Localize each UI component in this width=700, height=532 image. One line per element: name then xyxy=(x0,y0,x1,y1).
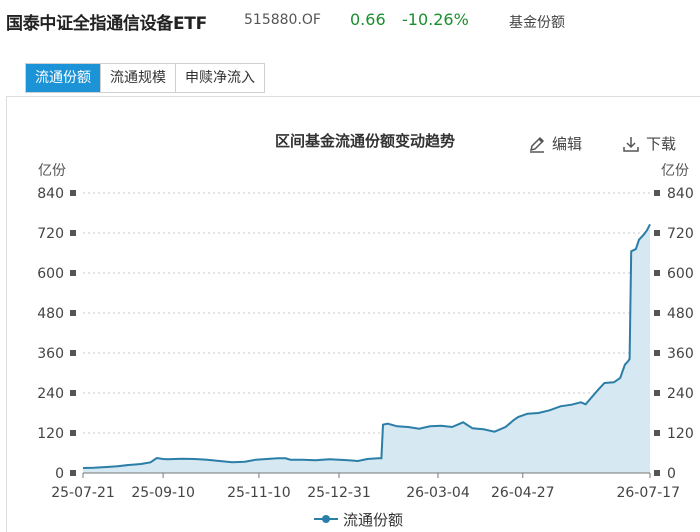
x-tick-label: 25-07-21 xyxy=(51,485,115,501)
y-tick-marker-right xyxy=(654,310,660,316)
x-tick-label: 26-04-27 xyxy=(491,485,555,501)
y-tick-label-left: 480 xyxy=(37,306,64,322)
y-tick-label-left: 240 xyxy=(37,386,64,402)
y-tick-label-left: 600 xyxy=(37,266,64,282)
legend-label: 流通份额 xyxy=(343,511,403,529)
y-tick-label-right: 240 xyxy=(667,386,694,402)
y-tick-label-left: 120 xyxy=(37,426,64,442)
y-tick-label-right: 840 xyxy=(667,186,694,202)
y-axis-unit-left: 亿份 xyxy=(38,163,66,179)
x-tick-label: 26-03-04 xyxy=(406,485,470,501)
pencil-icon xyxy=(528,135,546,153)
y-tick-label-right: 480 xyxy=(667,306,694,322)
download-icon xyxy=(622,135,640,153)
x-tick-label: 26-07-17 xyxy=(616,485,680,501)
y-tick-marker-left xyxy=(70,470,76,476)
y-tick-marker-right xyxy=(654,350,660,356)
y-tick-marker-left xyxy=(70,310,76,316)
y-tick-label-right: 0 xyxy=(667,466,676,482)
x-tick-label: 25-11-10 xyxy=(227,485,291,501)
edit-button[interactable]: 编辑 xyxy=(528,133,582,154)
x-tick-label: 25-09-10 xyxy=(131,485,195,501)
y-tick-label-left: 0 xyxy=(55,466,64,482)
y-tick-label-right: 120 xyxy=(667,426,694,442)
x-tick-label: 25-12-31 xyxy=(307,485,371,501)
y-tick-marker-left xyxy=(70,350,76,356)
y-tick-marker-right xyxy=(654,470,660,476)
legend-marker xyxy=(322,515,330,523)
legend[interactable]: 流通份额 xyxy=(314,511,403,529)
y-tick-marker-right xyxy=(654,390,660,396)
y-tick-marker-left xyxy=(70,390,76,396)
y-axis-unit-right: 亿份 xyxy=(661,163,689,179)
y-tick-label-left: 360 xyxy=(37,346,64,362)
y-tick-marker-left xyxy=(70,430,76,436)
y-tick-label-left: 840 xyxy=(37,186,64,202)
chart-title: 区间基金流通份额变动趋势 xyxy=(275,132,455,150)
series-area xyxy=(83,224,650,473)
y-tick-marker-right xyxy=(654,190,660,196)
y-tick-marker-right xyxy=(654,270,660,276)
y-tick-label-right: 360 xyxy=(667,346,694,362)
y-tick-marker-left xyxy=(70,190,76,196)
download-button[interactable]: 下载 xyxy=(622,133,676,154)
y-tick-label-right: 600 xyxy=(667,266,694,282)
share-trend-chart: 0 0 120 120 240 240 360 360 480 480 600 600 720 720 84… xyxy=(37,132,694,529)
y-tick-marker-right xyxy=(654,430,660,436)
y-tick-marker-left xyxy=(70,270,76,276)
y-tick-marker-left xyxy=(70,230,76,236)
download-label: 下载 xyxy=(646,135,677,153)
y-tick-marker-right xyxy=(654,230,660,236)
y-tick-label-left: 720 xyxy=(37,226,64,242)
y-tick-label-right: 720 xyxy=(667,226,694,242)
edit-label: 编辑 xyxy=(552,135,583,153)
gridlines xyxy=(83,192,650,434)
